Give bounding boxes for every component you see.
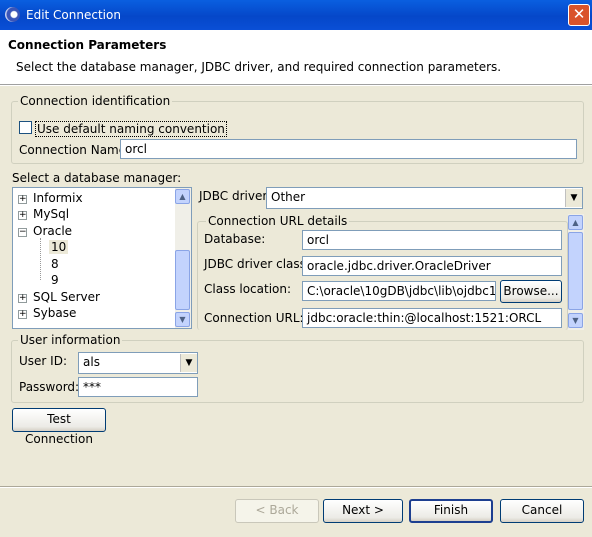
connection-name-label: Connection Name: <box>19 143 131 157</box>
connection-url-label: Connection URL: <box>204 311 304 325</box>
tree-connector-line <box>40 238 41 280</box>
use-default-naming-checkbox[interactable] <box>19 121 32 134</box>
jdbc-driver-select[interactable]: Other ▼ <box>266 187 583 209</box>
tree-item-sybase[interactable]: Sybase <box>33 306 76 320</box>
tree-item-oracle[interactable]: Oracle <box>33 224 72 238</box>
dropdown-arrow-icon[interactable]: ▼ <box>565 189 582 207</box>
database-label: Database: <box>204 232 266 246</box>
expand-sybase-icon[interactable]: + <box>18 310 27 319</box>
class-location-input[interactable]: C:\oracle\10gDB\jdbc\lib\ojdbc14.j <box>302 281 496 301</box>
connection-name-input[interactable]: orcl <box>120 139 577 159</box>
group-legend: Connection URL details <box>206 214 350 228</box>
test-connection-button[interactable]: Test Connection <box>12 408 106 446</box>
password-label: Password: <box>19 380 80 394</box>
jdbc-driver-label: JDBC driver: <box>199 189 272 203</box>
user-id-label: User ID: <box>19 354 67 368</box>
scroll-down-icon[interactable]: ▼ <box>568 313 583 328</box>
database-input[interactable]: orcl <box>302 230 562 250</box>
group-legend: User information <box>18 333 123 347</box>
dropdown-arrow-icon[interactable]: ▼ <box>180 354 197 372</box>
dialog-body: Connection identification Use default na… <box>0 86 592 537</box>
tree-item-mysql[interactable]: MySql <box>33 207 69 221</box>
scroll-thumb[interactable] <box>175 250 190 310</box>
wizard-header: Connection Parameters Select the databas… <box>0 30 592 85</box>
tree-item-oracle-8[interactable]: 8 <box>51 257 59 271</box>
driver-class-input[interactable]: oracle.jdbc.driver.OracleDriver <box>302 256 562 276</box>
next-button[interactable]: Next > <box>323 499 403 523</box>
url-details-scrollbar[interactable]: ▲ ▼ <box>568 214 584 330</box>
tree-item-informix[interactable]: Informix <box>33 191 83 205</box>
scroll-thumb[interactable] <box>568 232 583 310</box>
page-description: Select the database manager, JDBC driver… <box>16 60 502 74</box>
db-manager-label: Select a database manager: <box>12 171 182 185</box>
back-button[interactable]: < Back <box>235 499 319 523</box>
tree-scrollbar[interactable]: ▲ ▼ <box>175 188 191 328</box>
password-input[interactable]: *** <box>78 377 198 397</box>
window-title: Edit Connection <box>26 8 121 22</box>
group-legend: Connection identification <box>18 94 173 108</box>
scroll-up-icon[interactable]: ▲ <box>568 215 583 230</box>
close-button[interactable]: ✕ <box>568 4 590 26</box>
tree-item-oracle-10[interactable]: 10 <box>49 240 69 254</box>
page-title: Connection Parameters <box>8 38 167 52</box>
use-default-naming-label[interactable]: Use default naming convention <box>35 121 227 137</box>
tree-item-oracle-9[interactable]: 9 <box>51 273 59 287</box>
jdbc-driver-value: Other <box>271 190 306 204</box>
driver-class-label: JDBC driver class: <box>204 257 310 271</box>
class-location-label: Class location: <box>204 282 292 296</box>
connection-url-input[interactable]: jdbc:oracle:thin:@localhost:1521:ORCL <box>302 308 562 328</box>
finish-button[interactable]: Finish <box>409 499 493 523</box>
expand-mysql-icon[interactable]: + <box>18 211 27 220</box>
browse-button[interactable]: Browse... <box>500 280 562 303</box>
user-id-value: als <box>83 355 100 369</box>
user-id-select[interactable]: als ▼ <box>78 352 198 374</box>
footer-separator <box>0 486 592 488</box>
expand-informix-icon[interactable]: + <box>18 195 27 204</box>
scroll-up-icon[interactable]: ▲ <box>175 189 190 204</box>
tree-item-sql-server[interactable]: SQL Server <box>33 290 100 304</box>
scroll-down-icon[interactable]: ▼ <box>175 312 190 327</box>
title-bar: Edit Connection ✕ <box>0 0 592 30</box>
db-manager-tree[interactable]: + Informix + MySql − Oracle 10 8 9 + SQL… <box>12 187 192 329</box>
eclipse-app-icon <box>5 7 20 22</box>
collapse-oracle-icon[interactable]: − <box>18 228 27 237</box>
cancel-button[interactable]: Cancel <box>500 499 584 523</box>
expand-sqlserver-icon[interactable]: + <box>18 294 27 303</box>
